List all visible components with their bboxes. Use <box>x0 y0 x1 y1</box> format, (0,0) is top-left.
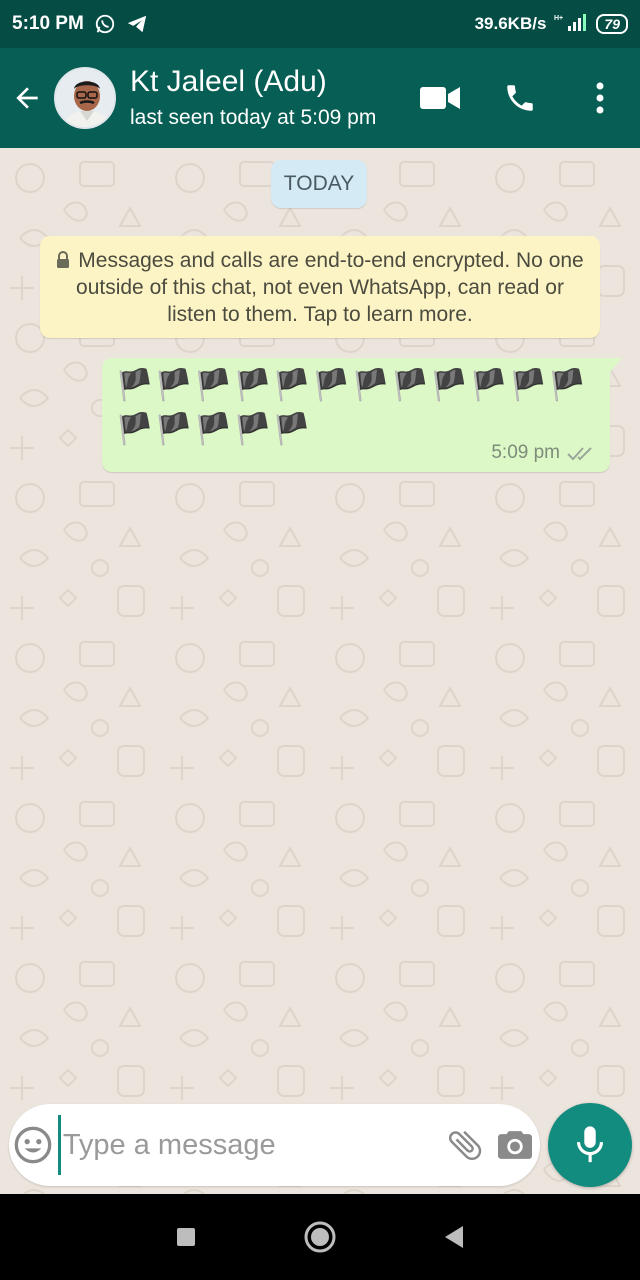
encryption-notice[interactable]: Messages and calls are end-to-end encryp… <box>40 236 600 338</box>
network-speed: 39.6KB/s <box>474 14 547 33</box>
message-input[interactable] <box>57 1115 440 1175</box>
attach-icon <box>448 1130 482 1161</box>
camera-button[interactable] <box>490 1104 540 1186</box>
back-icon <box>445 1226 463 1248</box>
double-tick-icon <box>567 447 592 461</box>
battery-icon: 79 <box>596 14 628 34</box>
recents-icon <box>177 1228 195 1246</box>
telegram-notification-icon <box>126 13 148 35</box>
back-button[interactable] <box>0 48 54 148</box>
contact-name: Kt Jaleel (Adu) <box>130 65 327 98</box>
camera-icon <box>497 1131 532 1159</box>
bubble-tail <box>610 358 622 372</box>
whatsapp-notification-icon <box>94 13 116 35</box>
voice-call-icon <box>507 85 533 111</box>
video-call-icon <box>420 87 460 109</box>
lock-icon <box>57 251 70 268</box>
svg-text:H+: H+ <box>554 15 563 22</box>
message-composer <box>9 1104 540 1186</box>
chat-area[interactable]: TODAY Messages and calls are end-to-end … <box>0 148 640 1194</box>
outgoing-message[interactable]: 🏴🏴🏴🏴🏴🏴🏴🏴🏴🏴🏴🏴🏴🏴🏴🏴🏴 5:09 pm <box>102 358 622 472</box>
avatar[interactable] <box>54 67 116 129</box>
video-call-button[interactable] <box>400 48 480 148</box>
recents-button[interactable] <box>166 1217 206 1257</box>
contact-info[interactable]: Kt Jaleel (Adu) last seen today at 5:09 … <box>130 64 376 132</box>
message-text: 🏴🏴🏴🏴🏴🏴🏴🏴🏴🏴🏴🏴🏴🏴🏴🏴🏴 <box>116 368 589 447</box>
home-button[interactable] <box>300 1217 340 1257</box>
back-arrow-icon <box>16 87 38 109</box>
header-actions <box>400 48 640 148</box>
date-chip: TODAY <box>271 160 367 208</box>
status-time: 5:10 PM <box>12 13 84 34</box>
mic-icon <box>577 1126 603 1163</box>
home-icon <box>304 1221 336 1253</box>
emoji-button[interactable] <box>9 1104 58 1186</box>
status-right: 39.6KB/s H+ 79 <box>475 12 628 37</box>
attach-button[interactable] <box>440 1104 490 1186</box>
chat-header: Kt Jaleel (Adu) last seen today at 5:09 … <box>0 48 640 148</box>
status-bar: 5:10 PM 39.6KB/s H+ 79 <box>0 0 640 48</box>
more-options-button[interactable] <box>560 48 640 148</box>
message-time: 5:09 pm <box>491 442 560 463</box>
status-left: 5:10 PM <box>12 13 148 35</box>
last-seen-status: last seen today at 5:09 pm <box>130 106 377 129</box>
emoji-icon <box>15 1126 52 1164</box>
message-meta: 5:09 pm <box>491 442 596 464</box>
more-options-icon <box>596 82 604 114</box>
encryption-notice-text: Messages and calls are end-to-end encryp… <box>76 249 584 326</box>
nav-back-button[interactable] <box>434 1217 474 1257</box>
voice-call-button[interactable] <box>480 48 560 148</box>
signal-icon: H+ <box>554 12 588 37</box>
voice-record-button[interactable] <box>548 1103 632 1187</box>
system-nav-bar <box>0 1194 640 1280</box>
